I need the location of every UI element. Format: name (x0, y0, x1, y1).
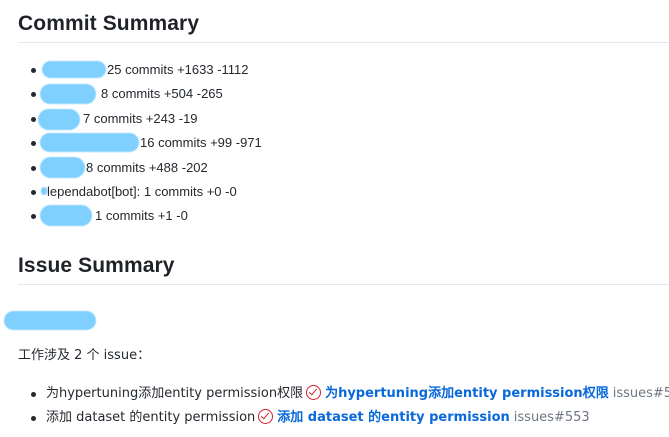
bullet (31, 92, 36, 98)
commit-stats: 1 commits +1 -0 (95, 208, 188, 224)
divider (18, 284, 669, 285)
bullet (31, 392, 36, 397)
commit-stats: lependabot[bot]: 1 commits +0 -0 (47, 183, 237, 199)
redacted-author (40, 205, 92, 227)
bullet (31, 165, 36, 171)
issue-link[interactable]: 为hypertuning添加entity permission权限 (325, 386, 609, 401)
commit-stats: 25 commits +1633 -1112 (107, 62, 249, 77)
bullet (31, 189, 36, 195)
redacted-author (40, 156, 85, 178)
redacted-block (4, 311, 96, 330)
check-circle-icon (258, 408, 274, 424)
bullet (31, 415, 36, 421)
redacted-author (42, 61, 106, 78)
issue-entry: 添加 dataset 的entity permission 添加 dataset … (46, 406, 590, 430)
issue-ref: issues#559 (612, 386, 669, 401)
bullet (31, 116, 36, 122)
redacted-author (40, 133, 139, 153)
commit-summary-heading: Commit Summary (18, 12, 200, 35)
issue-title: 添加 dataset 的entity permission (46, 409, 256, 425)
redacted-author (38, 108, 80, 130)
commit-stats: 8 commits +504 -265 (101, 86, 223, 102)
divider (18, 42, 669, 43)
issue-summary-heading: Issue Summary (18, 254, 175, 277)
bullet (31, 68, 36, 73)
issue-title: 为hypertuning添加entity permission权限 (46, 386, 304, 401)
commit-stats: 16 commits +99 -971 (140, 135, 262, 151)
issue-entry: 为hypertuning添加entity permission权限 为hypert… (46, 382, 669, 406)
bullet (31, 214, 36, 220)
redacted-author (40, 84, 96, 105)
issue-link[interactable]: 添加 dataset 的entity permission (277, 410, 510, 425)
page: Commit Summary 25 commits +1633 -1112 8 … (0, 0, 669, 437)
commit-stats: 8 commits +488 -202 (86, 159, 208, 175)
check-circle-icon (306, 385, 322, 400)
issue-intro: 工作涉及 2 个 issue： (18, 348, 151, 363)
bullet (31, 141, 36, 147)
issue-ref: issues#553 (513, 409, 590, 425)
commit-stats: 7 commits +243 -19 (83, 110, 198, 126)
